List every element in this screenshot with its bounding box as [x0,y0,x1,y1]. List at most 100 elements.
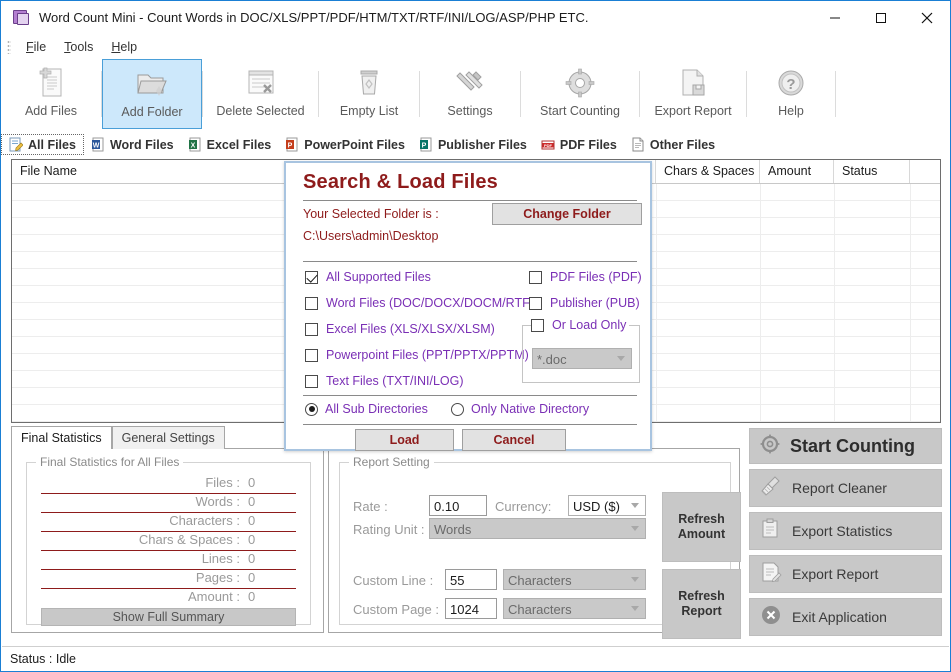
tab-label: Excel Files [206,137,272,152]
cancel-button[interactable]: Cancel [462,429,566,451]
tab-powerpoint-files[interactable]: P PowerPoint Files [278,134,412,155]
action-report-cleaner[interactable]: Report Cleaner [749,469,942,507]
toolbar-start-counting[interactable]: Start Counting [521,59,639,129]
stat-label: Chars & Spaces : [138,532,240,547]
tab-label: PowerPoint Files [304,137,405,152]
status-text: Status : Idle [10,651,77,666]
tab-word-files[interactable]: W Word Files [84,134,181,155]
column-header-spare[interactable] [910,160,940,183]
currency-value: USD ($) [573,499,620,514]
group-title: Report Setting [349,455,434,469]
action-export-report[interactable]: Export Report [749,555,942,593]
close-button[interactable] [904,1,950,34]
tab-general-settings[interactable]: General Settings [111,426,225,449]
tab-excel-files[interactable]: X Excel Files [181,134,279,155]
stat-label: Words : [195,494,240,509]
pdf-icon: PDF [541,137,555,152]
checkbox-box [305,322,318,336]
checkbox-label: All Supported Files [326,270,431,284]
checkbox-label: Or Load Only [552,318,627,332]
tab-pdf-files[interactable]: PDF PDF Files [534,134,624,155]
svg-text:X: X [190,143,195,150]
report-setting-panel: Report Setting Rate : 0.10 Currency: USD… [328,448,741,639]
minimize-button[interactable] [812,1,858,34]
checkbox-box [305,374,318,388]
show-full-summary-button[interactable]: Show Full Summary [41,608,296,626]
refresh-amount-button[interactable]: Refresh Amount [662,492,741,562]
action-panel: Start Counting Report Cleaner Export Sta… [749,428,942,641]
menu-help[interactable]: Help [102,38,146,56]
column-divider [760,184,761,422]
folder-path: C:\Users\admin\Desktop [303,229,439,243]
tab-all-files[interactable]: All Files [1,134,84,155]
settings-icon [454,66,486,100]
load-only-group: Or Load Only *.doc [522,318,640,383]
column-header-amount[interactable]: Amount [760,160,834,183]
toolbar-delete-selected[interactable]: Delete Selected [203,59,318,129]
rating-unit-value: Words [434,522,472,537]
maximize-button[interactable] [858,1,904,34]
tab-label: Publisher Files [437,137,527,152]
action-start-counting[interactable]: Start Counting [749,428,942,464]
custom-page-unit-select[interactable]: Characters [503,598,646,619]
svg-text:P: P [422,143,427,150]
radio-all-sub-directories[interactable]: All Sub Directories [305,402,428,416]
menu-bar: File Tools Help [1,34,950,59]
change-folder-button[interactable]: Change Folder [492,203,642,225]
divider [303,261,637,262]
stat-value: 0 [248,494,256,509]
checkbox-powerpoint-files[interactable]: Powerpoint Files (PPT/PPTX/PPTM) [305,348,529,362]
toolbar-settings[interactable]: Settings [420,59,520,129]
action-exit-application[interactable]: Exit Application [749,598,942,636]
checkbox-publisher-files[interactable]: Publisher (PUB) [529,296,640,310]
tab-publisher-files[interactable]: P Publisher Files [412,134,534,155]
toolbar-empty-list[interactable]: Empty List [319,59,419,129]
selected-folder-label: Your Selected Folder is : [303,207,439,221]
toolbar-label: Settings [447,104,493,118]
chevron-down-icon [631,503,639,508]
checkbox-pdf-files[interactable]: PDF Files (PDF) [529,270,642,284]
toolbar-export-report[interactable]: Export Report [640,59,746,129]
currency-label: Currency: [495,499,552,514]
load-only-pattern-select[interactable]: *.doc [532,348,632,369]
toolbar-help[interactable]: ? Help [747,59,835,129]
custom-line-input[interactable]: 55 [445,569,497,590]
tab-other-files[interactable]: Other Files [624,134,722,155]
stat-value: 0 [248,475,256,490]
checkbox-or-load-only[interactable]: Or Load Only [531,318,630,332]
checkbox-box [305,296,318,310]
column-header-chars-spaces[interactable]: Chars & Spaces [656,160,760,183]
checkbox-text-files[interactable]: Text Files (TXT/INI/LOG) [305,374,464,388]
toolbar-add-files[interactable]: Add Files [1,59,101,129]
action-export-statistics[interactable]: Export Statistics [749,512,942,550]
menu-file[interactable]: File [17,38,55,56]
checkbox-label: Text Files (TXT/INI/LOG) [326,374,464,388]
radio-circle [451,402,464,416]
toolbar-label: Help [778,104,804,118]
rating-unit-select[interactable]: Words [429,518,646,539]
checkbox-label: Word Files (DOC/DOCX/DOCM/RTF) [326,296,534,310]
load-button[interactable]: Load [355,429,454,451]
toolbar-add-folder[interactable]: Add Folder [102,59,202,129]
radio-only-native-directory[interactable]: Only Native Directory [451,402,589,416]
tab-final-statistics[interactable]: Final Statistics [11,426,112,449]
checkbox-all-supported-files[interactable]: All Supported Files [305,270,431,284]
custom-line-unit-select[interactable]: Characters [503,569,646,590]
checkbox-excel-files[interactable]: Excel Files (XLS/XLSX/XLSM) [305,322,495,336]
currency-select[interactable]: USD ($) [568,495,646,516]
stat-row-files: Files : 0 [41,475,296,494]
checkbox-word-files[interactable]: Word Files (DOC/DOCX/DOCM/RTF) [305,296,534,310]
toolbar-label: Export Report [654,104,732,118]
broom-icon [760,475,782,502]
custom-page-input[interactable]: 1024 [445,598,497,619]
stat-row-pages: Pages : 0 [41,570,296,589]
stat-row-amount: Amount : 0 [41,589,296,608]
gear-icon [760,434,780,459]
refresh-report-button[interactable]: Refresh Report [662,569,741,639]
column-divider [910,184,911,422]
column-header-status[interactable]: Status [834,160,910,183]
rate-input[interactable]: 0.10 [429,495,487,516]
menu-tools[interactable]: Tools [55,38,102,56]
exit-icon [760,604,782,631]
checkbox-box [305,270,318,284]
